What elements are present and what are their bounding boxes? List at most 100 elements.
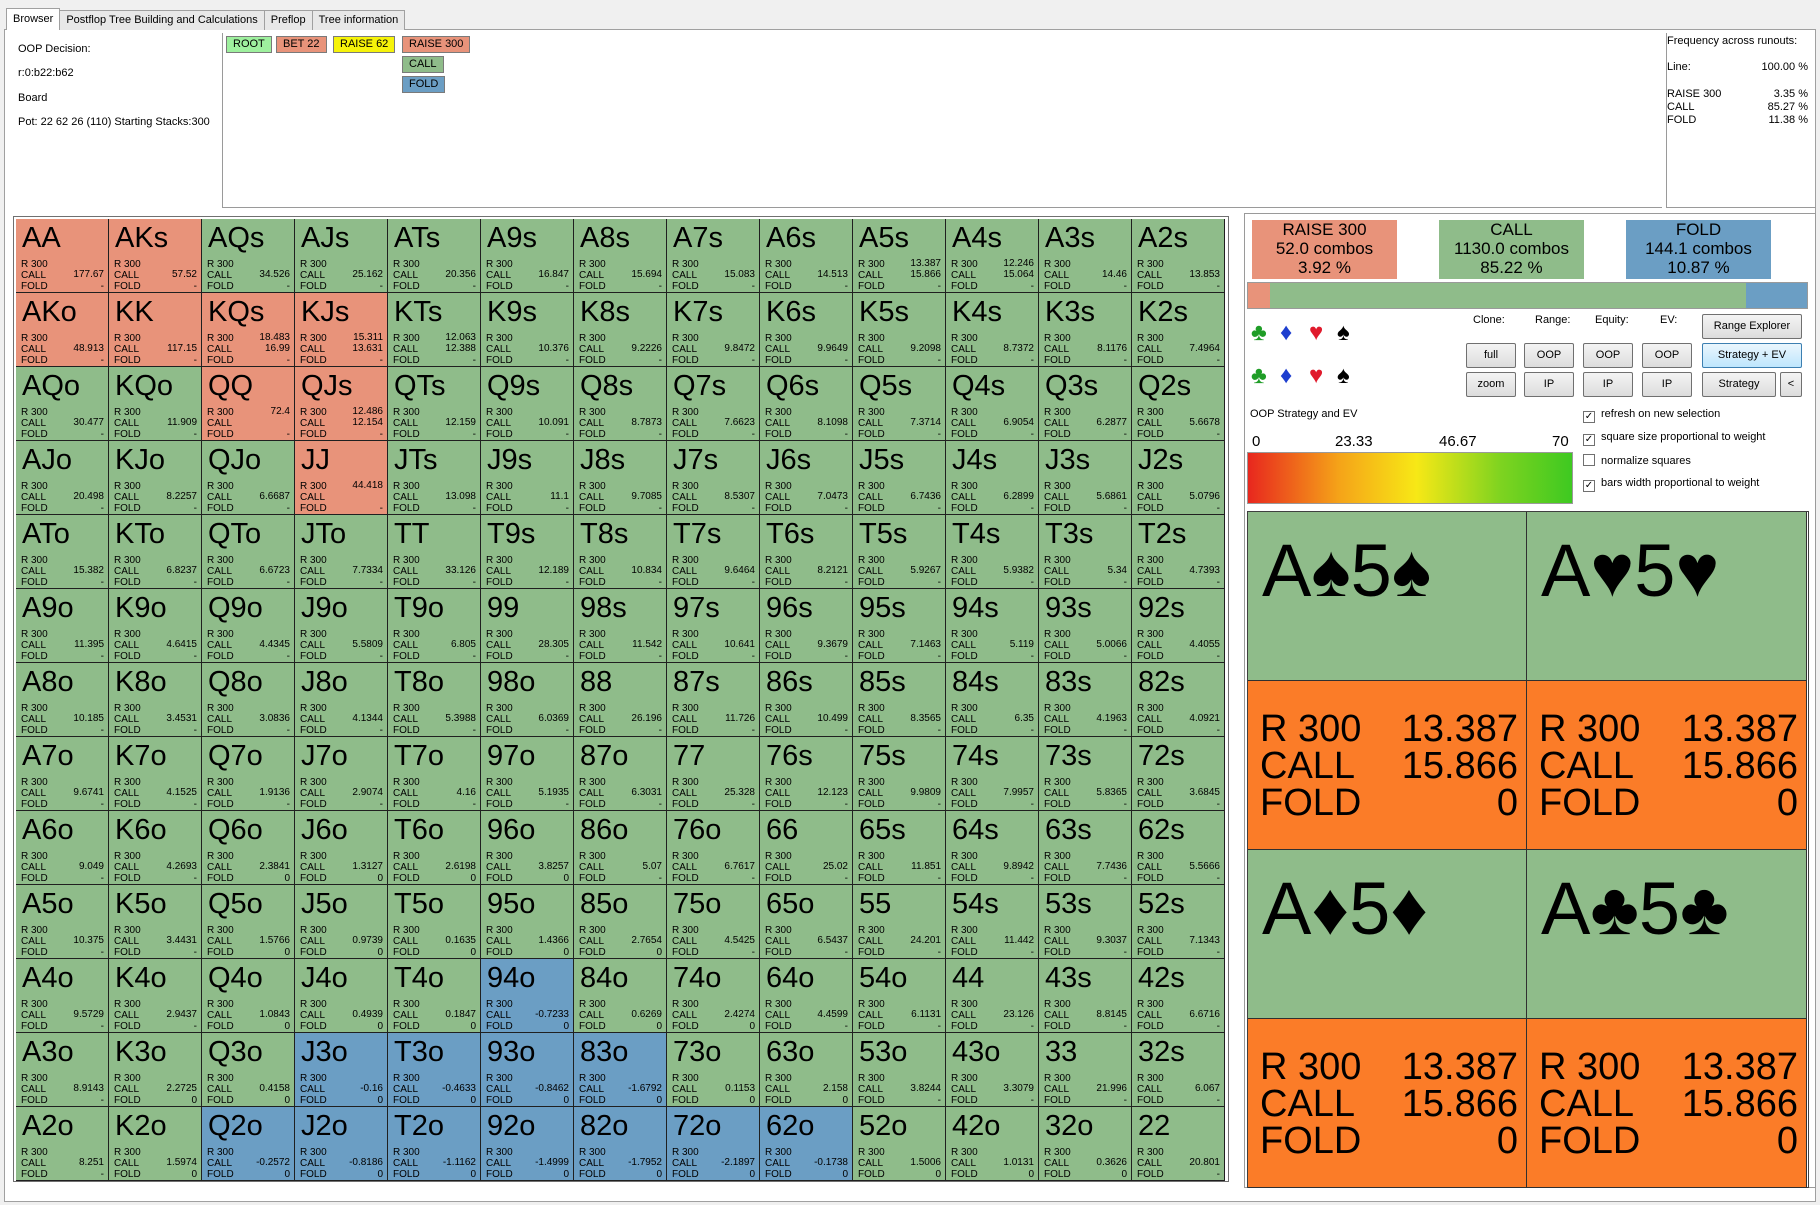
hand-cell[interactable]: Q5s R 300 CALL FOLD 7.3714- xyxy=(853,367,946,441)
diamond-icon[interactable]: ♦ xyxy=(1280,364,1292,388)
hand-cell[interactable]: T4s R 300 CALL FOLD 5.9382- xyxy=(946,515,1039,589)
normalize-checkbox[interactable]: normalize squares xyxy=(1583,454,1691,467)
hand-cell[interactable]: 42s R 300 CALL FOLD 6.6716- xyxy=(1132,959,1225,1033)
tab-tree-information[interactable]: Tree information xyxy=(311,10,406,30)
hand-cell[interactable]: 93s R 300 CALL FOLD 5.0066- xyxy=(1039,589,1132,663)
tree-node-bet[interactable]: BET 22 xyxy=(276,36,327,53)
hand-cell[interactable]: T4o R 300 CALL FOLD 0.1847 0 xyxy=(388,959,481,1033)
heart-icon[interactable]: ♥ xyxy=(1309,321,1323,345)
clone-zoom-button[interactable]: zoom xyxy=(1466,372,1516,397)
hand-cell[interactable]: 86o R 300 CALL FOLD 5.07- xyxy=(574,811,667,885)
hand-cell[interactable]: 92s R 300 CALL FOLD 4.4055- xyxy=(1132,589,1225,663)
hand-cell[interactable]: KTs R 300 CALL FOLD 12.063 12.388- xyxy=(388,293,481,367)
range-explorer-button[interactable]: Range Explorer xyxy=(1702,314,1802,339)
hand-cell[interactable]: Q2o R 300 CALL FOLD -0.2572 0 xyxy=(202,1107,295,1181)
hand-cell[interactable]: A5s R 300 CALL FOLD 13.387 15.866- xyxy=(853,219,946,293)
hand-cell[interactable]: T7o R 300 CALL FOLD 4.16- xyxy=(388,737,481,811)
hand-cell[interactable]: 92o R 300 CALL FOLD -1.4999 0 xyxy=(481,1107,574,1181)
hand-cell[interactable]: A9s R 300 CALL FOLD 16.847- xyxy=(481,219,574,293)
hand-cell[interactable]: 82o R 300 CALL FOLD -1.7952 0 xyxy=(574,1107,667,1181)
hand-cell[interactable]: J2o R 300 CALL FOLD -0.8186 0 xyxy=(295,1107,388,1181)
hand-cell[interactable]: A9o R 300 CALL FOLD 11.395- xyxy=(16,589,109,663)
hand-cell[interactable]: 53o R 300 CALL FOLD 3.8244- xyxy=(853,1033,946,1107)
hand-cell[interactable]: T9o R 300 CALL FOLD 6.805- xyxy=(388,589,481,663)
spade-icon[interactable]: ♠ xyxy=(1337,321,1350,345)
hand-cell[interactable]: 73s R 300 CALL FOLD 5.8365- xyxy=(1039,737,1132,811)
equity-oop-button[interactable]: OOP xyxy=(1583,343,1633,368)
hand-cell[interactable]: K7s R 300 CALL FOLD 9.8472- xyxy=(667,293,760,367)
hand-cell[interactable]: 63s R 300 CALL FOLD 7.7436- xyxy=(1039,811,1132,885)
hand-cell[interactable]: Q3o R 300 CALL FOLD 0.4158 0 xyxy=(202,1033,295,1107)
hand-cell[interactable]: A8s R 300 CALL FOLD 15.694- xyxy=(574,219,667,293)
hand-cell[interactable]: J4o R 300 CALL FOLD 0.4939 0 xyxy=(295,959,388,1033)
tree-node-raise-62[interactable]: RAISE 62 xyxy=(333,36,396,53)
tree-node-raise-300[interactable]: RAISE 300 xyxy=(402,36,471,53)
hand-cell[interactable]: J3o R 300 CALL FOLD -0.16 0 xyxy=(295,1033,388,1107)
hand-cell[interactable]: A6s R 300 CALL FOLD 14.513- xyxy=(760,219,853,293)
hand-cell[interactable]: 44 R 300 CALL FOLD 23.126- xyxy=(946,959,1039,1033)
hand-cell[interactable]: 82s R 300 CALL FOLD 4.0921- xyxy=(1132,663,1225,737)
hand-cell[interactable]: JTo R 300 CALL FOLD 7.7334- xyxy=(295,515,388,589)
tab-preflop[interactable]: Preflop xyxy=(263,10,313,30)
hand-cell[interactable]: 74o R 300 CALL FOLD 2.4274 0 xyxy=(667,959,760,1033)
range-oop-button[interactable]: OOP xyxy=(1524,343,1574,368)
hand-cell[interactable]: Q8o R 300 CALL FOLD 3.0836- xyxy=(202,663,295,737)
hand-cell[interactable]: 95s R 300 CALL FOLD 7.1463- xyxy=(853,589,946,663)
hand-cell[interactable]: 72s R 300 CALL FOLD 3.6845- xyxy=(1132,737,1225,811)
hand-cell[interactable]: 55 R 300 CALL FOLD 24.201- xyxy=(853,885,946,959)
hand-cell[interactable]: 87o R 300 CALL FOLD 6.3031- xyxy=(574,737,667,811)
hand-cell[interactable]: Q4s R 300 CALL FOLD 6.9054- xyxy=(946,367,1039,441)
hand-cell[interactable]: 74s R 300 CALL FOLD 7.9957- xyxy=(946,737,1039,811)
checkbox-box[interactable]: ✓ xyxy=(1583,480,1595,492)
heart-icon[interactable]: ♥ xyxy=(1309,364,1323,388)
hand-cell[interactable]: 85o R 300 CALL FOLD 2.7654 0 xyxy=(574,885,667,959)
hand-cell[interactable]: KK R 300 CALL FOLD 117.15- xyxy=(109,293,202,367)
hand-cell[interactable]: KQs R 300 CALL FOLD 18.483 16.99- xyxy=(202,293,295,367)
combo-cell[interactable]: A♠5♠ R 300 13.387 CALL 15.866 FOLD 0 xyxy=(1248,512,1527,850)
club-icon[interactable]: ♣ xyxy=(1251,321,1267,345)
hand-cell[interactable]: K3s R 300 CALL FOLD 8.1176- xyxy=(1039,293,1132,367)
hand-cell[interactable]: 43o R 300 CALL FOLD 3.3079- xyxy=(946,1033,1039,1107)
hand-cell[interactable]: J9o R 300 CALL FOLD 5.5809- xyxy=(295,589,388,663)
hand-cell[interactable]: A2s R 300 CALL FOLD 13.853- xyxy=(1132,219,1225,293)
hand-cell[interactable]: 63o R 300 CALL FOLD 2.158 0 xyxy=(760,1033,853,1107)
hand-cell[interactable]: T9s R 300 CALL FOLD 12.189- xyxy=(481,515,574,589)
hand-cell[interactable]: 85s R 300 CALL FOLD 8.3565- xyxy=(853,663,946,737)
hand-cell[interactable]: QQ R 300 CALL FOLD 72.4 - xyxy=(202,367,295,441)
spade-icon[interactable]: ♠ xyxy=(1337,364,1350,388)
hand-cell[interactable]: J6o R 300 CALL FOLD 1.3127 0 xyxy=(295,811,388,885)
hand-cell[interactable]: J8s R 300 CALL FOLD 9.7085- xyxy=(574,441,667,515)
hand-cell[interactable]: T8s R 300 CALL FOLD 10.834- xyxy=(574,515,667,589)
hand-cell[interactable]: K2s R 300 CALL FOLD 7.4964- xyxy=(1132,293,1225,367)
hand-cell[interactable]: A4o R 300 CALL FOLD 9.5729- xyxy=(16,959,109,1033)
hand-cell[interactable]: AA R 300 CALL FOLD 177.67- xyxy=(16,219,109,293)
hand-cell[interactable]: Q3s R 300 CALL FOLD 6.2877- xyxy=(1039,367,1132,441)
hand-cell[interactable]: 73o R 300 CALL FOLD 0.1153 0 xyxy=(667,1033,760,1107)
hand-cell[interactable]: K8s R 300 CALL FOLD 9.2226- xyxy=(574,293,667,367)
hand-cell[interactable]: 96s R 300 CALL FOLD 9.3679- xyxy=(760,589,853,663)
summary-fold[interactable]: FOLD 144.1 combos 10.87 % xyxy=(1626,220,1771,279)
hand-cell[interactable]: ATo R 300 CALL FOLD 15.382- xyxy=(16,515,109,589)
hand-cell[interactable]: 22 R 300 CALL FOLD 20.801- xyxy=(1132,1107,1225,1181)
tab-postflop-tree[interactable]: Postflop Tree Building and Calculations xyxy=(59,10,265,30)
hand-cell[interactable]: Q5o R 300 CALL FOLD 1.5766 0 xyxy=(202,885,295,959)
hand-cell[interactable]: T2o R 300 CALL FOLD -1.1162 0 xyxy=(388,1107,481,1181)
hand-cell[interactable]: JJ R 300 CALL FOLD 44.418 - xyxy=(295,441,388,515)
hand-cell[interactable]: 62o R 300 CALL FOLD -0.1738 0 xyxy=(760,1107,853,1181)
hand-cell[interactable]: AQo R 300 CALL FOLD 30.477- xyxy=(16,367,109,441)
hand-cell[interactable]: 84s R 300 CALL FOLD 6.35- xyxy=(946,663,1039,737)
tree-node-call[interactable]: CALL xyxy=(402,56,444,73)
hand-cell[interactable]: Q4o R 300 CALL FOLD 1.0843 0 xyxy=(202,959,295,1033)
hand-cell[interactable]: TT R 300 CALL FOLD 33.126- xyxy=(388,515,481,589)
hand-cell[interactable]: 86s R 300 CALL FOLD 10.499- xyxy=(760,663,853,737)
hand-cell[interactable]: 83s R 300 CALL FOLD 4.1963- xyxy=(1039,663,1132,737)
hand-cell[interactable]: 64s R 300 CALL FOLD 9.8942- xyxy=(946,811,1039,885)
hand-cell[interactable]: A7o R 300 CALL FOLD 9.6741- xyxy=(16,737,109,811)
hand-cell[interactable]: A8o R 300 CALL FOLD 10.185- xyxy=(16,663,109,737)
hand-cell[interactable]: 98o R 300 CALL FOLD 6.0369- xyxy=(481,663,574,737)
hand-cell[interactable]: 75s R 300 CALL FOLD 9.9809- xyxy=(853,737,946,811)
hand-cell[interactable]: 75o R 300 CALL FOLD 4.5425- xyxy=(667,885,760,959)
tab-browser[interactable]: Browser xyxy=(6,8,61,30)
hand-cell[interactable]: Q2s R 300 CALL FOLD 5.6678- xyxy=(1132,367,1225,441)
hand-cell[interactable]: 97s R 300 CALL FOLD 10.641- xyxy=(667,589,760,663)
